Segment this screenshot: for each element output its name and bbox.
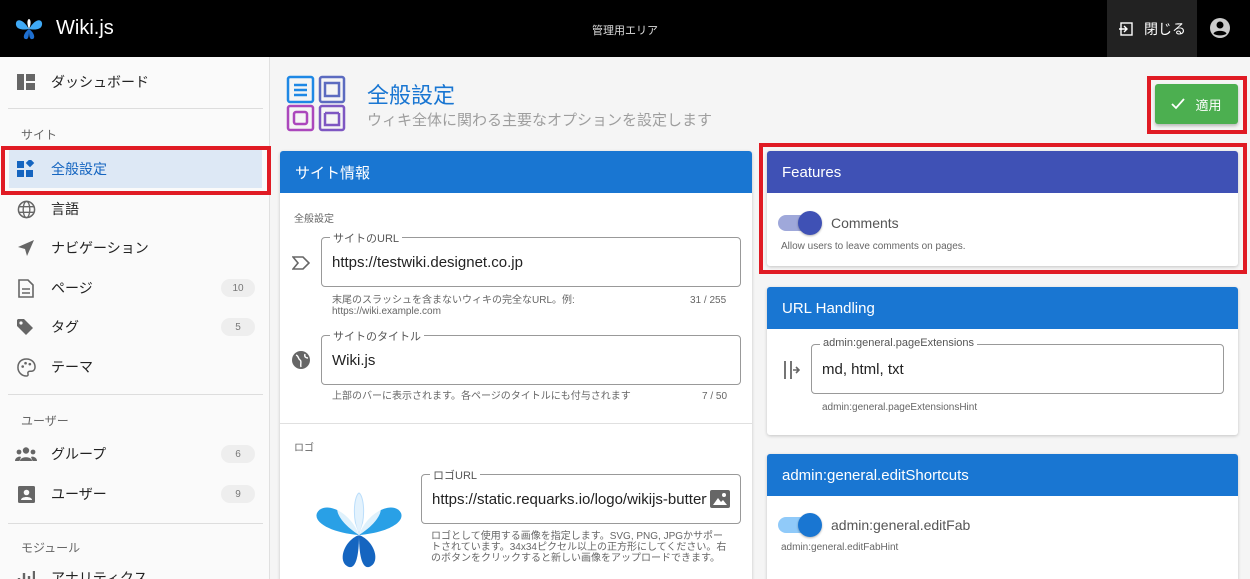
- sidebar-item-navigation[interactable]: ナビゲーション: [0, 228, 269, 268]
- page-extensions-field[interactable]: admin:general.pageExtensions md, html, t…: [811, 337, 1224, 394]
- card-title: URL Handling: [767, 287, 1238, 329]
- field-hint: 上部のバーに表示されます。各ページのタイトルにも付与されます: [332, 391, 631, 402]
- exit-icon: [1119, 21, 1133, 36]
- sidebar-item-label: ダッシュボード: [51, 74, 149, 90]
- field-value: md, html, txt: [822, 361, 904, 378]
- globe-icon: [290, 349, 312, 371]
- dashboard-tile-icon: [15, 158, 37, 180]
- sidebar-item-label: ページ: [51, 280, 93, 296]
- navigation-icon: [15, 237, 37, 259]
- field-hint: admin:general.pageExtensionsHint: [822, 402, 978, 413]
- dashboard-icon: [15, 71, 37, 93]
- apply-label: 適用: [1195, 97, 1222, 113]
- sidebar-item-label: 全般設定: [51, 161, 107, 177]
- sidebar-item-groups[interactable]: グループ 6: [0, 434, 269, 474]
- url-handling-card: URL Handling admin:general.pageExtension…: [767, 287, 1238, 435]
- apply-button[interactable]: 適用: [1155, 84, 1238, 124]
- sidebar-divider: [8, 108, 263, 109]
- toggle-knob: [798, 513, 822, 537]
- butterfly-logo-icon: [15, 19, 43, 40]
- palette-icon: [15, 356, 37, 378]
- sidebar-item-analytics[interactable]: アナリティクス: [0, 558, 269, 579]
- field-value: https://testwiki.designet.co.jp: [332, 254, 523, 271]
- sidebar-item-label: タグ: [51, 319, 79, 335]
- sidebar-item-label: テーマ: [51, 359, 93, 375]
- site-info-card: サイト情報 全般設定 サイトのURL https://testwiki.desi…: [280, 151, 752, 579]
- features-card: Features Comments Allow users to leave c…: [767, 151, 1238, 266]
- page-title: 全般設定: [367, 83, 456, 108]
- sidebar-section-site: サイト: [21, 128, 58, 142]
- sidebar-item-label: グループ: [51, 446, 107, 462]
- card-title: Features: [767, 151, 1238, 193]
- tag-icon: [15, 316, 37, 338]
- field-value: https://static.requarks.io/logo/wikijs-b…: [432, 491, 707, 508]
- top-app-bar: Wiki.js 管理用エリア 閉じる: [0, 0, 1250, 57]
- field-value: Wiki.js: [332, 352, 376, 369]
- sidebar-item-label: 言語: [51, 201, 79, 217]
- section-label-general: 全般設定: [294, 214, 334, 225]
- globe-icon: [15, 198, 37, 220]
- sidebar-section-users: ユーザー: [21, 414, 69, 428]
- label-arrow-icon: [290, 252, 312, 274]
- edit-fab-label: admin:general.editFab: [831, 517, 971, 533]
- section-divider: [280, 423, 752, 424]
- card-title: admin:general.editShortcuts: [767, 454, 1238, 496]
- sidebar-divider: [8, 523, 263, 524]
- section-label-logo: ロゴ: [294, 443, 314, 454]
- admin-sidebar: ダッシュボード サイト 全般設定 言語 ナビゲーション ページ 10 タグ 5: [0, 57, 270, 579]
- count-badge: 6: [221, 445, 255, 463]
- image-upload-icon[interactable]: [710, 490, 730, 513]
- sidebar-item-users[interactable]: ユーザー 9: [0, 474, 269, 514]
- account-circle-icon: [1210, 18, 1230, 38]
- sidebar-item-label: ナビゲーション: [51, 240, 149, 256]
- logo-preview-image: [316, 492, 402, 568]
- edit-shortcuts-card: admin:general.editShortcuts admin:genera…: [767, 454, 1238, 579]
- sidebar-item-general[interactable]: 全般設定: [9, 150, 262, 188]
- user-card-icon: [15, 483, 37, 505]
- group-icon: [15, 443, 37, 465]
- sidebar-item-pages[interactable]: ページ 10: [0, 268, 269, 308]
- sidebar-item-locale[interactable]: 言語: [0, 189, 269, 229]
- card-title: サイト情報: [280, 151, 752, 193]
- app-name: Wiki.js: [56, 16, 114, 39]
- field-hint: ロゴとして使用する画像を指定します。SVG, PNG, JPGかサポートされてい…: [431, 531, 727, 564]
- brand[interactable]: Wiki.js: [14, 13, 114, 43]
- field-legend: サイトのタイトル: [330, 328, 424, 344]
- count-badge: 9: [221, 485, 255, 503]
- field-legend: サイトのURL: [330, 230, 403, 246]
- field-hint: 末尾のスラッシュを含まないウィキの完全なURL。例: https://wiki.…: [332, 295, 575, 317]
- close-admin-button[interactable]: 閉じる: [1107, 0, 1197, 57]
- check-icon: [1171, 98, 1186, 110]
- site-url-field[interactable]: サイトのURL https://testwiki.designet.co.jp: [321, 230, 741, 287]
- analytics-icon: [15, 567, 37, 579]
- edit-fab-toggle[interactable]: [778, 513, 822, 537]
- page-icon: [15, 277, 37, 299]
- sidebar-item-tags[interactable]: タグ 5: [0, 307, 269, 347]
- site-title-field[interactable]: サイトのタイトル Wiki.js: [321, 328, 741, 385]
- comments-toggle[interactable]: [778, 211, 822, 235]
- comments-label: Comments: [831, 215, 899, 231]
- extension-separator-icon: [780, 359, 802, 381]
- sidebar-divider: [8, 394, 263, 395]
- page-subtitle: ウィキ全体に関わる主要なオプションを設定します: [367, 112, 713, 129]
- field-legend: admin:general.pageExtensions: [820, 337, 978, 349]
- char-counter: 7 / 50: [702, 391, 728, 402]
- field-legend: ロゴURL: [430, 467, 481, 483]
- count-badge: 5: [221, 318, 255, 336]
- account-button[interactable]: [1200, 8, 1240, 48]
- char-counter: 31 / 255: [690, 295, 727, 306]
- sidebar-item-theme[interactable]: テーマ: [0, 347, 269, 387]
- toggle-knob: [798, 211, 822, 235]
- settings-page-icon: [286, 75, 346, 132]
- close-label: 閉じる: [1144, 20, 1186, 37]
- sidebar-item-label: アナリティクス: [51, 570, 148, 579]
- count-badge: 10: [221, 279, 255, 297]
- field-hint: admin:general.editFabHint: [781, 542, 899, 553]
- logo-url-field[interactable]: ロゴURL https://static.requarks.io/logo/wi…: [421, 467, 741, 524]
- sidebar-section-modules: モジュール: [21, 541, 81, 555]
- field-hint: Allow users to leave comments on pages.: [781, 241, 966, 252]
- area-title: 管理用エリア: [592, 25, 658, 37]
- sidebar-item-label: ユーザー: [51, 486, 107, 502]
- sidebar-item-dashboard[interactable]: ダッシュボード: [0, 62, 269, 102]
